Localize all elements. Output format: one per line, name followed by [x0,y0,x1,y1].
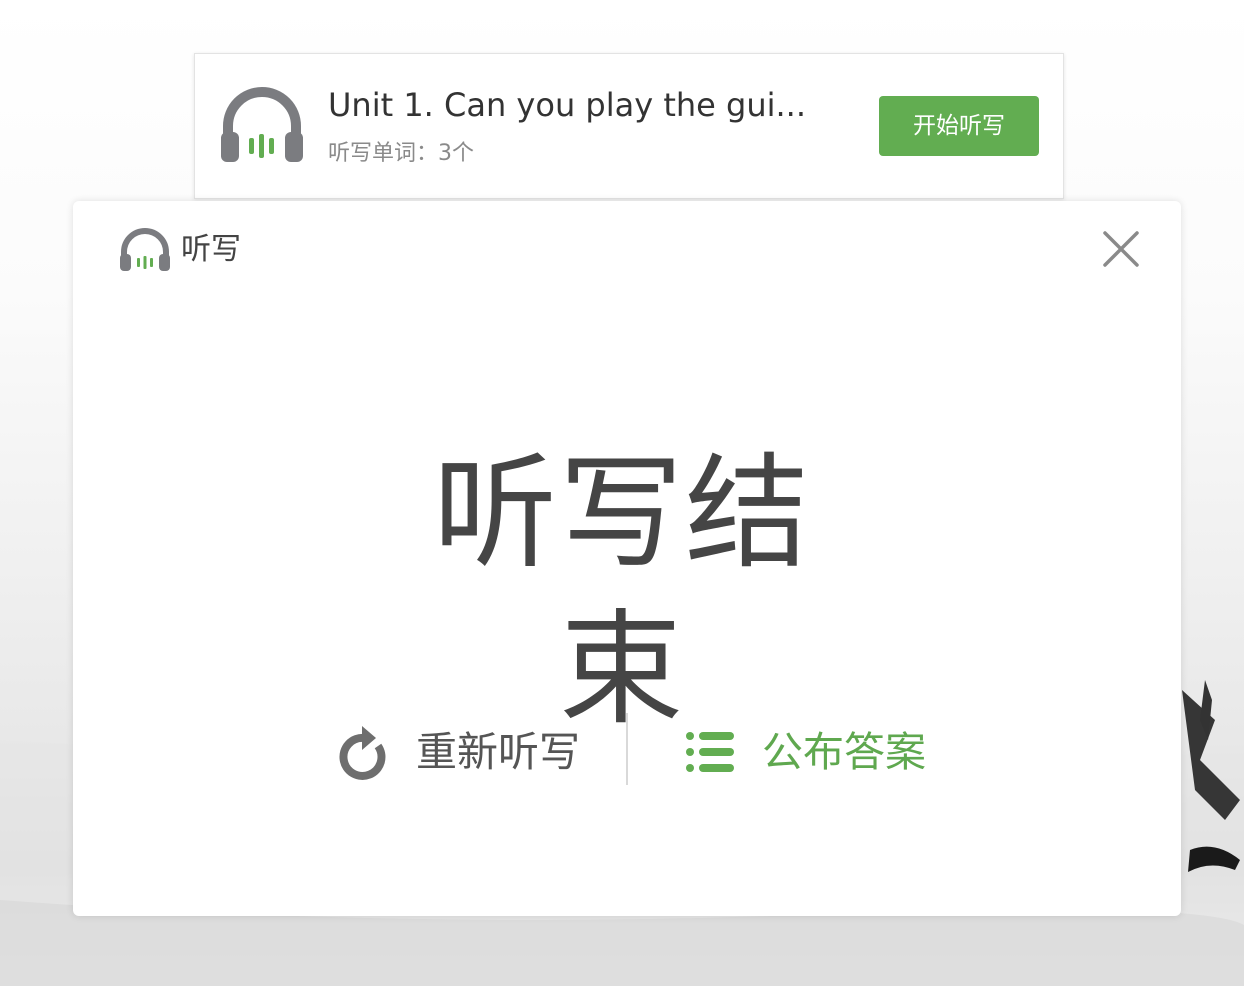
start-dictation-button[interactable]: 开始听写 [879,96,1039,156]
redo-dictation-button[interactable]: 重新听写 [338,720,588,784]
dictation-finished-text: 听写结束 [432,442,811,742]
close-icon[interactable] [1101,229,1141,269]
headphones-icon [120,228,170,271]
redo-dictation-label: 重新听写 [416,728,580,776]
refresh-icon [339,726,386,780]
action-divider [626,713,628,785]
task-title: Unit 1. Can you play the gui... [328,86,806,124]
list-icon [686,732,734,772]
task-word-count: 听写单词：3个 [328,141,474,166]
modal-title: 听写 [181,232,241,267]
headphones-icon [221,87,303,162]
publish-answers-label: 公布答案 [762,728,926,776]
publish-answers-button[interactable]: 公布答案 [686,720,936,784]
